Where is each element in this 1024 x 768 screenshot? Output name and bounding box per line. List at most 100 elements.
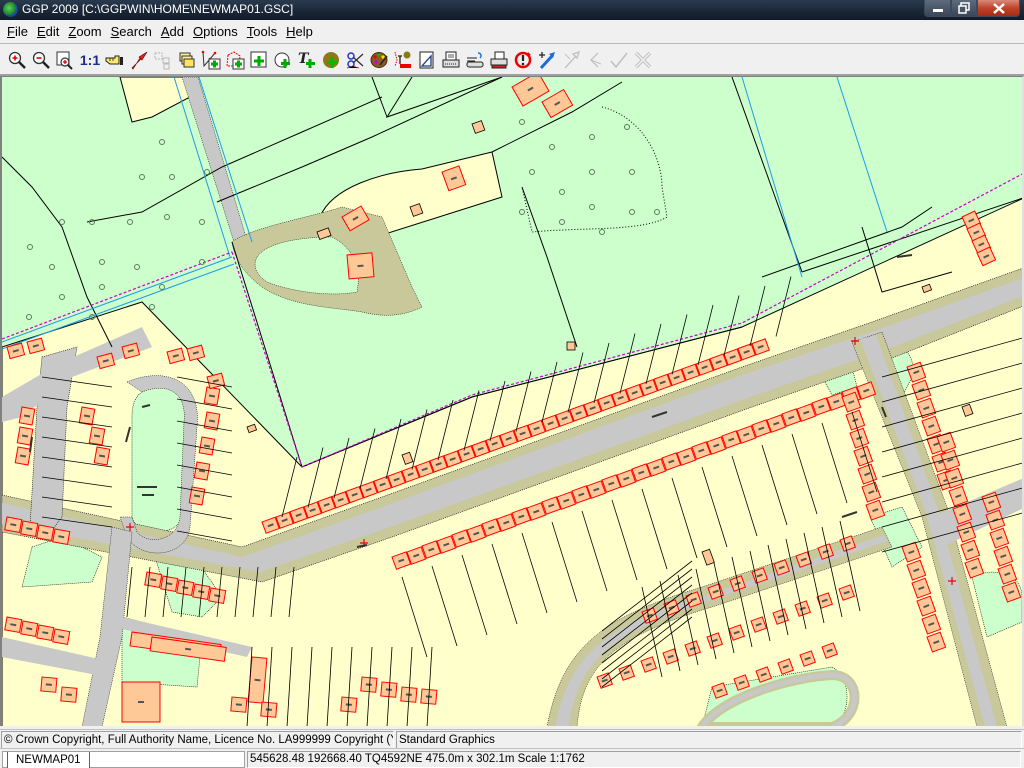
refresh-icon: [514, 51, 532, 68]
minimize-icon: [932, 9, 943, 12]
status-bar-coordinates: NEWMAP01 545628.48 192668.40 TQ4592NE 47…: [0, 748, 1024, 768]
zoom-in-button[interactable]: [5, 48, 29, 72]
select-arrow-icon: [131, 51, 148, 69]
menu-add[interactable]: Add: [157, 24, 188, 39]
add-text-button[interactable]: T: [295, 48, 319, 72]
minimize-button[interactable]: [924, 0, 951, 17]
building: [40, 676, 58, 693]
zoom-out-icon: [32, 51, 50, 69]
undo-icon: [590, 52, 602, 67]
toolbar: 1:1 T: [0, 45, 1024, 76]
add-rectangle-icon: [250, 51, 267, 67]
application-window: GGP 2009 [C:\GGPWIN\HOME\NEWMAP01.GSC] F…: [0, 0, 1024, 768]
print-preview-button[interactable]: [487, 48, 511, 72]
close-icon: [992, 2, 1005, 14]
add-vertex-button[interactable]: [535, 48, 559, 72]
coordinate-readout: 545628.48 192668.40 TQ4592NE 475.0m x 30…: [247, 751, 1021, 768]
menu-zoom[interactable]: Zoom: [64, 24, 105, 39]
building: [121, 681, 161, 723]
copy-objects-icon: [154, 52, 170, 69]
zoom-window-button[interactable]: [53, 48, 77, 72]
add-vertex-icon: [539, 51, 555, 69]
building: [36, 524, 55, 541]
outbuilding: [566, 341, 576, 351]
building: [14, 446, 32, 466]
building: [176, 579, 195, 596]
menu-help[interactable]: Help: [282, 24, 317, 39]
layers-button[interactable]: [175, 48, 199, 72]
graphics-mode: Standard Graphics: [396, 731, 1022, 749]
print-button[interactable]: [439, 48, 463, 72]
menu-bar: File Edit Zoom Search Add Options Tools …: [0, 20, 1024, 44]
one-to-one-button[interactable]: 1:1: [77, 48, 103, 72]
restore-button[interactable]: [951, 0, 977, 17]
palette-icon: [370, 51, 388, 68]
delete-object-icon: [394, 51, 411, 68]
cancel-button[interactable]: [631, 48, 655, 72]
page-setup-icon: [419, 51, 434, 68]
print-icon: [442, 51, 460, 67]
refresh-button[interactable]: [511, 48, 535, 72]
building: [230, 696, 248, 713]
window-controls: [924, 0, 1020, 17]
plotter-icon: [466, 51, 484, 67]
building: [260, 701, 278, 718]
add-polyline-button[interactable]: [199, 48, 223, 72]
menu-edit[interactable]: Edit: [33, 24, 63, 39]
delete-object-button[interactable]: [391, 48, 415, 72]
copyright-notice: © Crown Copyright, Full Authority Name, …: [1, 731, 394, 749]
edit-vertex-button[interactable]: [559, 48, 583, 72]
globe-icon: [3, 2, 18, 17]
close-button[interactable]: [977, 0, 1020, 17]
building: [20, 520, 39, 537]
menu-options[interactable]: Options: [189, 24, 242, 39]
zoom-window-icon: [56, 51, 73, 70]
building: [4, 616, 23, 633]
add-circle-button[interactable]: [271, 48, 295, 72]
building: [346, 252, 375, 280]
map-drawing[interactable]: [2, 77, 1024, 726]
building: [198, 436, 216, 456]
map-tab-strip: NEWMAP01: [2, 751, 245, 768]
add-rectangle-button[interactable]: [247, 48, 271, 72]
palette-button[interactable]: [367, 48, 391, 72]
building: [52, 528, 71, 545]
building: [144, 571, 163, 588]
menu-tools[interactable]: Tools: [243, 24, 281, 39]
add-text-icon: T: [298, 51, 315, 68]
page-setup-button[interactable]: [415, 48, 439, 72]
window-title: GGP 2009 [C:\GGPWIN\HOME\NEWMAP01.GSC]: [22, 2, 294, 16]
select-button[interactable]: [127, 48, 151, 72]
add-polygon-button[interactable]: [223, 48, 247, 72]
pan-button[interactable]: [103, 48, 127, 72]
pan-hand-icon: [105, 55, 123, 65]
map-canvas[interactable]: [0, 76, 1024, 726]
building: [36, 624, 55, 641]
add-point-icon: [323, 51, 339, 68]
confirm-button[interactable]: [607, 48, 631, 72]
menu-file[interactable]: File: [3, 24, 32, 39]
house-number-label: [138, 701, 144, 703]
building: [360, 676, 378, 693]
zoom-in-icon: [8, 51, 26, 69]
building: [88, 426, 106, 446]
edit-vertex-icon: [564, 50, 581, 68]
building: [193, 461, 211, 481]
building: [160, 575, 179, 592]
undo-button[interactable]: [583, 48, 607, 72]
zoom-out-button[interactable]: [29, 48, 53, 72]
add-circle-icon: [274, 52, 290, 68]
cut-objects-icon: [346, 51, 364, 68]
map-tab-newmap01[interactable]: NEWMAP01: [7, 752, 90, 768]
menu-search[interactable]: Search: [107, 24, 156, 39]
confirm-icon: [610, 52, 628, 68]
building: [18, 406, 36, 426]
add-point-button[interactable]: [319, 48, 343, 72]
building: [208, 587, 227, 604]
cut-objects-button[interactable]: [343, 48, 367, 72]
building: [60, 686, 78, 703]
copy-objects-button[interactable]: [151, 48, 175, 72]
cancel-icon: [634, 51, 652, 68]
building: [4, 516, 23, 533]
plotter-button[interactable]: [463, 48, 487, 72]
